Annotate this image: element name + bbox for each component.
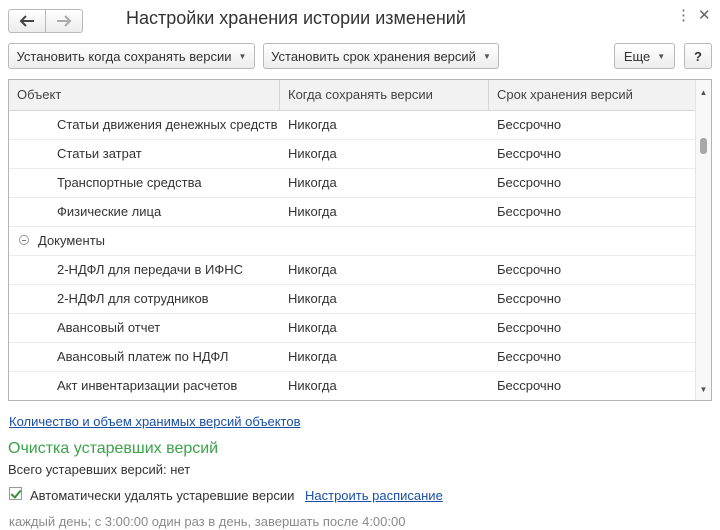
when-cell: Никогда <box>288 175 337 190</box>
when-cell: Никогда <box>288 262 337 277</box>
term-cell: Бессрочно <box>497 349 562 364</box>
term-cell: Бессрочно <box>497 175 562 190</box>
table-row[interactable]: Статьи движения денежных средств Никогда… <box>9 111 696 140</box>
column-header-term[interactable]: Срок хранения версий <box>489 80 696 110</box>
group-label: Документы <box>38 233 106 248</box>
page-title: Настройки хранения истории изменений <box>126 8 466 28</box>
object-cell: Авансовый отчет <box>57 320 161 335</box>
chevron-down-icon: ▼ <box>657 51 666 61</box>
obsolete-total-text: Всего устаревших версий: нет <box>8 462 191 477</box>
auto-delete-label[interactable]: Автоматически удалять устаревшие версии <box>30 488 294 503</box>
arrow-left-icon <box>19 15 34 27</box>
chevron-down-icon: ▼ <box>482 51 491 61</box>
cleanup-section-title: Очистка устаревших версий <box>8 440 219 457</box>
scroll-down-icon[interactable]: ▼ <box>696 385 711 394</box>
object-cell: Акт инвентаризации расчетов <box>57 378 238 393</box>
term-cell: Бессрочно <box>497 378 562 393</box>
set-when-save-button[interactable]: Установить когда сохранять версии ▼ <box>8 43 255 69</box>
when-cell: Никогда <box>288 349 337 364</box>
object-cell: Статьи движения денежных средств <box>57 117 278 132</box>
arrow-right-icon <box>57 15 72 27</box>
table-header: Объект Когда сохранять версии Срок хране… <box>9 80 696 111</box>
more-button[interactable]: Еще ▼ <box>614 43 675 69</box>
when-cell: Никогда <box>288 291 337 306</box>
when-cell: Никогда <box>288 378 337 393</box>
chevron-down-icon: ▼ <box>238 51 247 61</box>
help-button[interactable]: ? <box>684 43 712 69</box>
auto-delete-checkbox[interactable] <box>9 487 22 500</box>
object-cell: Транспортные средства <box>57 175 202 190</box>
object-cell: Физические лица <box>57 204 162 219</box>
table-row[interactable]: Авансовый отчет Никогда Бессрочно <box>9 314 696 343</box>
term-cell: Бессрочно <box>497 320 562 335</box>
column-header-object[interactable]: Объект <box>9 80 280 110</box>
table-row[interactable]: Статьи затрат Никогда Бессрочно <box>9 140 696 169</box>
versions-count-link[interactable]: Количество и объем хранимых версий объек… <box>9 414 300 429</box>
term-cell: Бессрочно <box>497 262 562 277</box>
more-vertical-icon[interactable]: ⋮ <box>676 6 691 24</box>
table-group-row[interactable]: Документы <box>9 227 696 256</box>
collapse-icon[interactable] <box>19 235 29 245</box>
help-icon: ? <box>694 48 702 64</box>
table-body: Статьи движения денежных средств Никогда… <box>9 111 696 400</box>
object-cell: 2-НДФЛ для передачи в ИФНС <box>57 262 244 277</box>
close-icon[interactable]: ✕ <box>698 6 711 24</box>
vertical-scrollbar[interactable]: ▲ ▼ <box>695 80 711 400</box>
table-row[interactable]: Акт инвентаризации расчетов Никогда Бесс… <box>9 372 696 400</box>
schedule-description: каждый день; с 3:00:00 один раз в день, … <box>9 514 406 529</box>
when-cell: Никогда <box>288 146 337 161</box>
table-row[interactable]: Физические лица Никогда Бессрочно <box>9 198 696 227</box>
term-cell: Бессрочно <box>497 117 562 132</box>
object-cell: 2-НДФЛ для сотрудников <box>57 291 209 306</box>
term-cell: Бессрочно <box>497 146 562 161</box>
term-cell: Бессрочно <box>497 291 562 306</box>
set-storage-term-button[interactable]: Установить срок хранения версий ▼ <box>263 43 499 69</box>
scrollbar-thumb[interactable] <box>700 138 707 154</box>
table-row[interactable]: Авансовый платеж по НДФЛ Никогда Бессроч… <box>9 343 696 372</box>
table-row[interactable]: 2-НДФЛ для передачи в ИФНС Никогда Бесср… <box>9 256 696 285</box>
forward-button[interactable] <box>45 9 83 33</box>
object-cell: Статьи затрат <box>57 146 142 161</box>
scroll-up-icon[interactable]: ▲ <box>696 88 711 97</box>
versions-table[interactable]: Объект Когда сохранять версии Срок хране… <box>8 79 712 401</box>
object-cell: Авансовый платеж по НДФЛ <box>57 349 229 364</box>
more-label: Еще <box>623 48 651 64</box>
term-cell: Бессрочно <box>497 204 562 219</box>
table-row[interactable]: Транспортные средства Никогда Бессрочно <box>9 169 696 198</box>
when-cell: Никогда <box>288 117 337 132</box>
set-when-save-label: Установить когда сохранять версии <box>16 48 232 64</box>
back-button[interactable] <box>8 9 46 33</box>
when-cell: Никогда <box>288 204 337 219</box>
table-row[interactable]: 2-НДФЛ для сотрудников Никогда Бессрочно <box>9 285 696 314</box>
set-storage-term-label: Установить срок хранения версий <box>271 48 476 64</box>
column-header-when[interactable]: Когда сохранять версии <box>280 80 489 110</box>
when-cell: Никогда <box>288 320 337 335</box>
configure-schedule-link[interactable]: Настроить расписание <box>305 488 443 503</box>
